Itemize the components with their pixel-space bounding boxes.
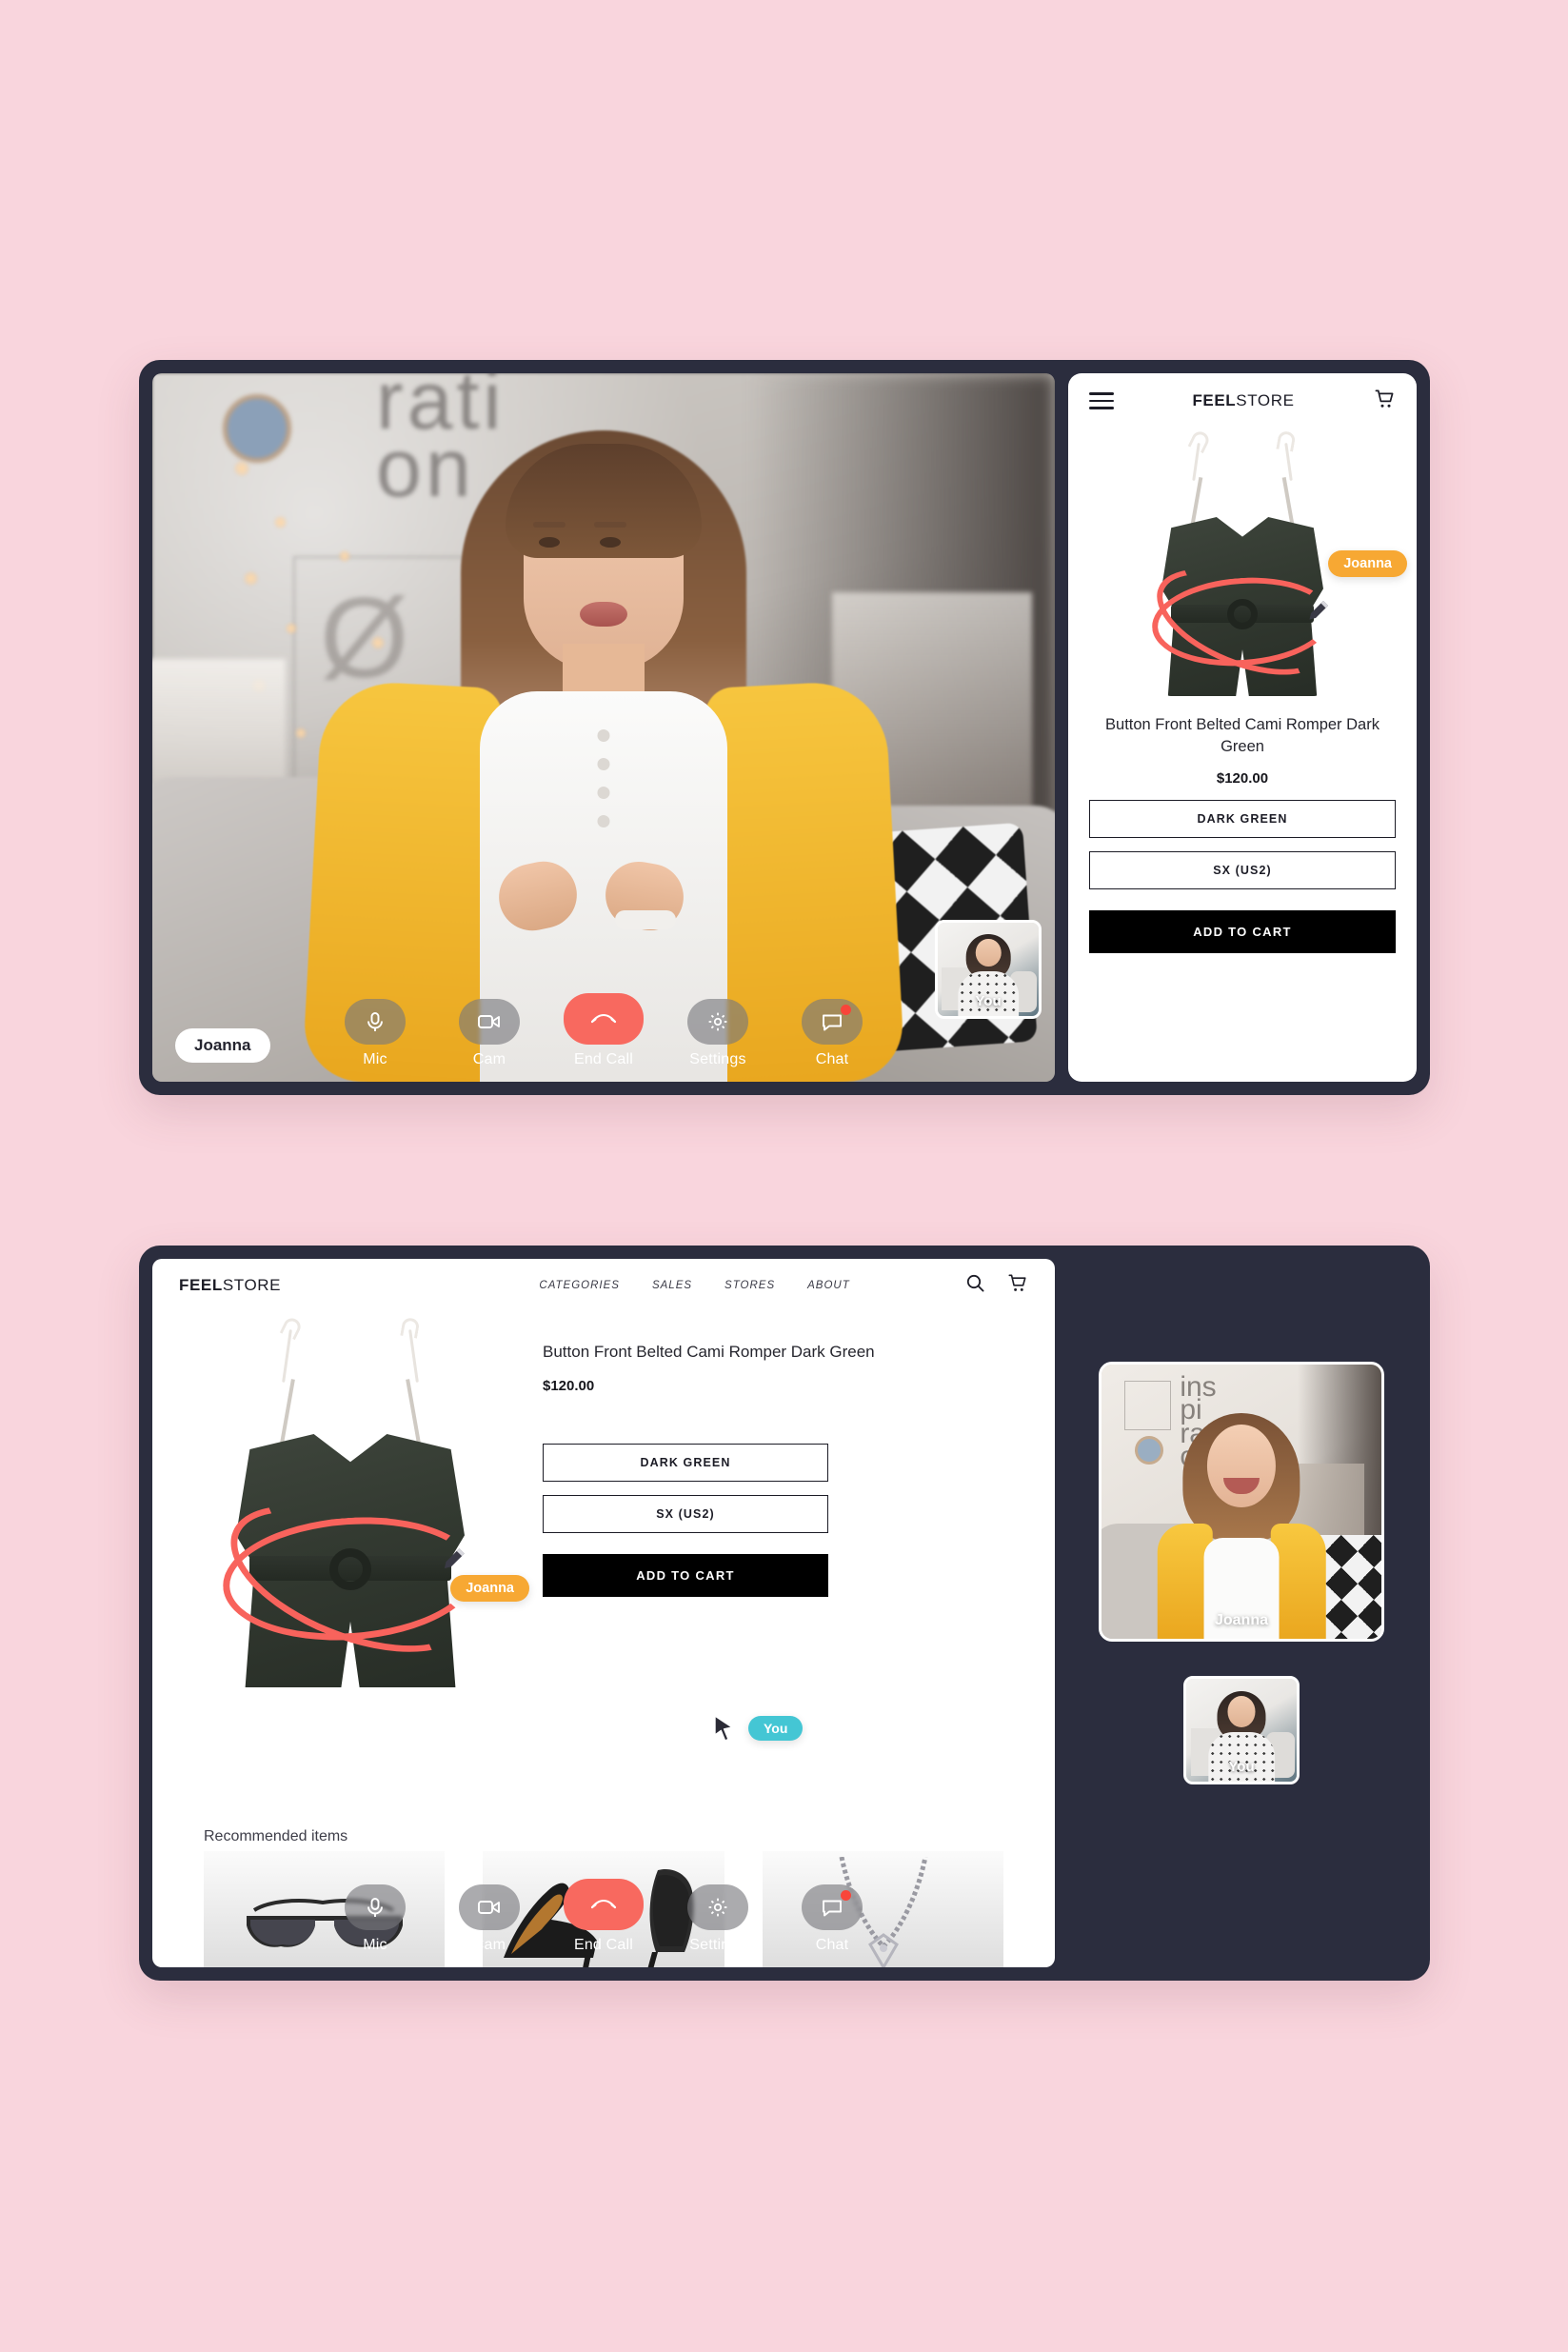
desktop-product-image: Joanna — [179, 1315, 529, 1691]
control-label: Settings — [689, 1051, 746, 1067]
size-option-button[interactable]: SX (US2) — [543, 1494, 828, 1533]
chat-notification-dot — [841, 1890, 851, 1901]
video-participants-column: inspiration Joanna — [1068, 1259, 1417, 1967]
control-chat[interactable]: Chat — [788, 1884, 876, 1954]
control-label: Chat — [815, 1051, 849, 1067]
chat-notification-dot — [841, 1005, 851, 1015]
device-frame-top: rati on Ø Joanna Mic Cam End Call Settin… — [139, 360, 1430, 1095]
cursor-owner-tag: You — [748, 1716, 804, 1741]
control-end-call[interactable]: End Call — [560, 1879, 647, 1954]
control-label: Settings — [689, 1937, 746, 1953]
control-end-call[interactable]: End Call — [560, 993, 647, 1068]
control-label: Mic — [363, 1937, 387, 1953]
control-mic[interactable]: Mic — [331, 1884, 419, 1954]
video-call-stage: rati on Ø Joanna Mic Cam End Call Settin… — [152, 373, 1055, 1082]
control-cam[interactable]: Cam — [446, 1884, 533, 1954]
brand-light: STORE — [222, 1276, 282, 1294]
host-name-label: Joanna — [1214, 1612, 1268, 1628]
device-frame-bottom: FEELSTORE CATEGORIES SALES STORES ABOUT — [139, 1246, 1430, 1981]
mobile-product-image: Joanna — [1068, 429, 1417, 714]
video-camera-icon[interactable] — [459, 999, 520, 1045]
host-video-tile[interactable]: inspiration Joanna — [1099, 1362, 1384, 1642]
nav-item-about[interactable]: ABOUT — [807, 1280, 850, 1291]
mobile-store-panel: FEELSTORE Joanna Button Front Belted Cam… — [1068, 373, 1417, 1082]
control-label: Chat — [815, 1937, 849, 1953]
nav-item-categories[interactable]: CATEGORIES — [539, 1280, 620, 1291]
control-label: End Call — [573, 1051, 634, 1067]
product-romper-graphic — [208, 1315, 493, 1691]
product-romper-graphic — [1141, 429, 1343, 700]
annotation-author-tag: Joanna — [1328, 550, 1407, 577]
gear-icon[interactable] — [687, 999, 748, 1045]
control-label: End Call — [573, 1937, 634, 1953]
cart-icon[interactable] — [1373, 388, 1396, 415]
microphone-icon[interactable] — [345, 999, 406, 1045]
chat-bubble-icon[interactable] — [802, 999, 863, 1045]
page-root: rati on Ø Joanna Mic Cam End Call Settin… — [0, 0, 1568, 2352]
end-call-icon[interactable] — [564, 993, 644, 1045]
brand-logo: FEELSTORE — [1192, 391, 1294, 410]
self-view-thumbnail[interactable]: You — [935, 920, 1042, 1019]
nav-item-stores[interactable]: STORES — [724, 1280, 775, 1291]
host-video-feed: rati on Ø — [152, 373, 1055, 1082]
search-icon[interactable] — [965, 1273, 985, 1298]
main-navigation: CATEGORIES SALES STORES ABOUT — [539, 1280, 849, 1291]
control-chat[interactable]: Chat — [788, 999, 876, 1068]
product-title: Button Front Belted Cami Romper Dark Gre… — [543, 1343, 875, 1361]
control-settings[interactable]: Settings — [674, 999, 762, 1068]
control-settings[interactable]: Settings — [674, 1884, 762, 1954]
control-label: Cam — [472, 1051, 506, 1067]
color-option-button[interactable]: DARK GREEN — [543, 1443, 828, 1482]
self-name-label: You — [975, 993, 1002, 1009]
nav-item-sales[interactable]: SALES — [652, 1280, 692, 1291]
self-name-label: You — [1228, 1759, 1255, 1775]
product-detail-section: Joanna Button Front Belted Cami Romper D… — [152, 1312, 1055, 1691]
control-cam[interactable]: Cam — [446, 999, 533, 1068]
annotation-author-tag: Joanna — [450, 1575, 529, 1602]
video-camera-icon[interactable] — [459, 1884, 520, 1930]
remote-cursor-you: You — [712, 1714, 804, 1743]
desktop-product-info: Button Front Belted Cami Romper Dark Gre… — [543, 1329, 1028, 1691]
brand-bold: FEEL — [179, 1276, 223, 1294]
product-price: $120.00 — [1216, 769, 1269, 787]
chat-bubble-icon[interactable] — [802, 1884, 863, 1930]
control-label: Cam — [472, 1937, 506, 1953]
end-call-icon[interactable] — [564, 1879, 644, 1930]
recommended-heading: Recommended items — [204, 1828, 348, 1844]
cart-icon[interactable] — [1006, 1272, 1028, 1299]
add-to-cart-button[interactable]: ADD TO CART — [543, 1553, 828, 1597]
product-title: Button Front Belted Cami Romper Dark Gre… — [1105, 716, 1379, 756]
self-video-tile[interactable]: You — [1183, 1676, 1300, 1784]
microphone-icon[interactable] — [345, 1884, 406, 1930]
brand-logo: FEELSTORE — [179, 1276, 281, 1295]
gear-icon[interactable] — [687, 1884, 748, 1930]
product-price: $120.00 — [543, 1377, 595, 1394]
hamburger-menu-icon[interactable] — [1089, 388, 1114, 414]
control-mic[interactable]: Mic — [331, 999, 419, 1068]
desktop-store-header: FEELSTORE CATEGORIES SALES STORES ABOUT — [152, 1259, 1055, 1312]
control-label: Mic — [363, 1051, 387, 1067]
mobile-store-header: FEELSTORE — [1068, 373, 1417, 429]
mobile-product-info: Button Front Belted Cami Romper Dark Gre… — [1068, 714, 1417, 953]
color-option-button[interactable]: DARK GREEN — [1089, 799, 1396, 838]
host-name-pill: Joanna — [175, 1028, 270, 1063]
desktop-store-panel: FEELSTORE CATEGORIES SALES STORES ABOUT — [152, 1259, 1055, 1967]
brand-bold: FEEL — [1192, 391, 1237, 409]
mouse-pointer-icon — [714, 1715, 733, 1742]
size-option-button[interactable]: SX (US2) — [1089, 850, 1396, 889]
brand-light: STORE — [1236, 391, 1295, 409]
add-to-cart-button[interactable]: ADD TO CART — [1089, 909, 1396, 953]
